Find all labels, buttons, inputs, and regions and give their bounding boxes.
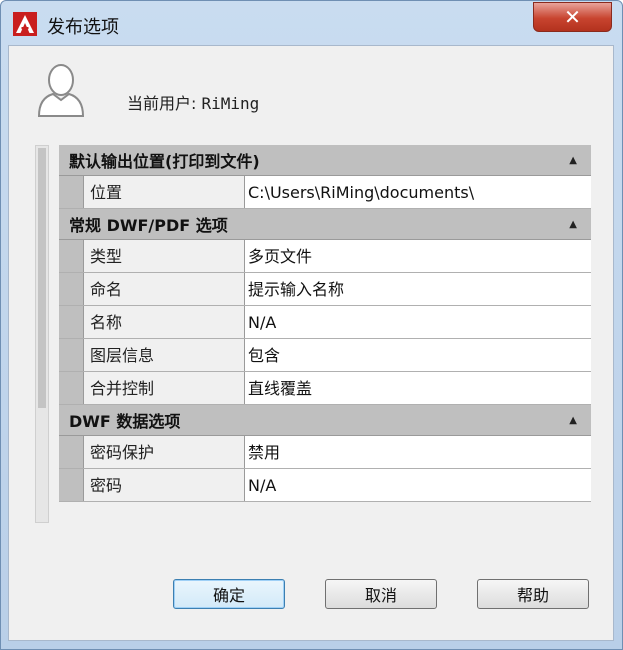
current-user-label: 当前用户: RiMing	[127, 90, 259, 114]
scrollbar-thumb[interactable]	[38, 148, 46, 408]
collapse-arrow-icon[interactable]: ▲	[569, 219, 577, 230]
property-value[interactable]: N/A	[245, 469, 591, 501]
section-title: DWF 数据选项	[69, 412, 181, 431]
section-header-default-output[interactable]: 默认输出位置(打印到文件) ▲	[59, 145, 591, 176]
property-sections: 默认输出位置(打印到文件) ▲ 位置 C:\Users\RiMing\docum…	[59, 145, 591, 502]
property-value[interactable]: 禁用	[245, 436, 591, 468]
property-key: 名称	[84, 306, 245, 338]
row-gutter	[59, 273, 84, 305]
property-value[interactable]: C:\Users\RiMing\documents\	[245, 176, 591, 208]
property-key: 类型	[84, 240, 245, 272]
section-title: 默认输出位置(打印到文件)	[69, 152, 260, 171]
property-key: 合并控制	[84, 372, 245, 404]
property-value[interactable]: 多页文件	[245, 240, 591, 272]
property-row-password[interactable]: 密码 N/A	[59, 469, 591, 502]
property-key: 命名	[84, 273, 245, 305]
row-gutter	[59, 436, 84, 468]
property-row-name[interactable]: 名称 N/A	[59, 306, 591, 339]
close-icon: ✕	[564, 5, 581, 29]
property-row-location[interactable]: 位置 C:\Users\RiMing\documents\	[59, 176, 591, 209]
property-value[interactable]: N/A	[245, 306, 591, 338]
property-row-layer-info[interactable]: 图层信息 包含	[59, 339, 591, 372]
publish-options-dialog: 发布选项 ✕ 当前用户: RiMing 默认输出位置(打印到文件) ▲ 位置 C…	[0, 0, 623, 650]
section-header-general-dwf-pdf[interactable]: 常规 DWF/PDF 选项 ▲	[59, 209, 591, 240]
property-value[interactable]: 包含	[245, 339, 591, 371]
current-user-name: RiMing	[201, 94, 260, 113]
row-gutter	[59, 176, 84, 208]
row-gutter	[59, 469, 84, 501]
property-row-naming[interactable]: 命名 提示输入名称	[59, 273, 591, 306]
property-key: 密码	[84, 469, 245, 501]
section-title: 常规 DWF/PDF 选项	[69, 216, 228, 235]
collapse-arrow-icon[interactable]: ▲	[569, 415, 577, 426]
row-gutter	[59, 306, 84, 338]
ok-button[interactable]: 确定	[173, 579, 285, 609]
help-button[interactable]: 帮助	[477, 579, 589, 609]
current-user-caption: 当前用户:	[127, 94, 197, 113]
property-key: 图层信息	[84, 339, 245, 371]
property-key: 位置	[84, 176, 245, 208]
property-value[interactable]: 提示输入名称	[245, 273, 591, 305]
section-header-dwf-data[interactable]: DWF 数据选项 ▲	[59, 405, 591, 436]
property-row-password-protection[interactable]: 密码保护 禁用	[59, 436, 591, 469]
property-grid: 默认输出位置(打印到文件) ▲ 位置 C:\Users\RiMing\docum…	[35, 145, 591, 525]
user-icon	[37, 64, 85, 117]
row-gutter	[59, 372, 84, 404]
row-gutter	[59, 240, 84, 272]
vertical-scrollbar[interactable]	[35, 145, 49, 523]
title-bar[interactable]: 发布选项 ✕	[1, 1, 622, 45]
collapse-arrow-icon[interactable]: ▲	[569, 155, 577, 166]
dialog-body: 当前用户: RiMing 默认输出位置(打印到文件) ▲ 位置 C:\Users…	[8, 45, 614, 641]
autocad-logo-icon	[13, 12, 37, 36]
property-key: 密码保护	[84, 436, 245, 468]
property-row-merge-control[interactable]: 合并控制 直线覆盖	[59, 372, 591, 405]
property-value[interactable]: 直线覆盖	[245, 372, 591, 404]
window-title: 发布选项	[47, 17, 119, 38]
close-button[interactable]: ✕	[533, 2, 612, 32]
cancel-button[interactable]: 取消	[325, 579, 437, 609]
property-row-type[interactable]: 类型 多页文件	[59, 240, 591, 273]
row-gutter	[59, 339, 84, 371]
